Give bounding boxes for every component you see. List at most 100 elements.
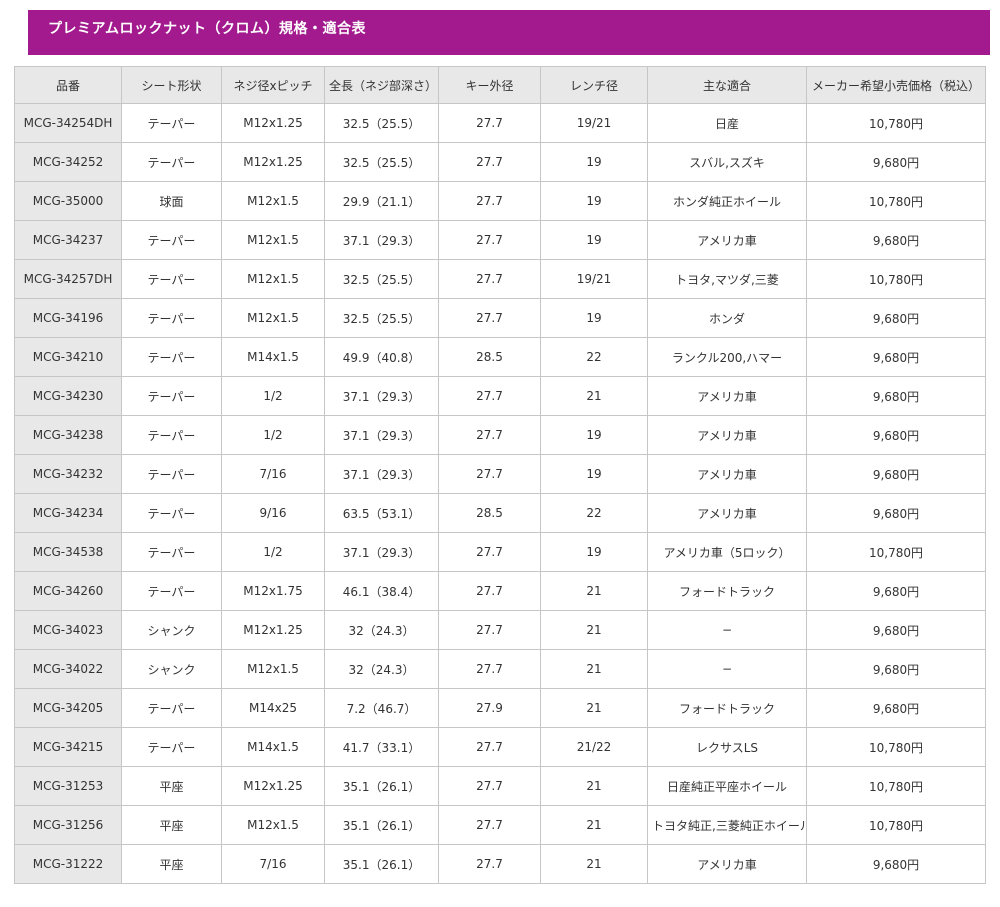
cell-main-fitment: スバル,スズキ — [647, 142, 807, 182]
cell-msrp: 9,680円 — [806, 688, 986, 728]
cell-part-number: MCG-34257DH — [14, 259, 122, 299]
cell-main-fitment: ホンダ純正ホイール — [647, 181, 807, 221]
cell-wrench-diameter: 19 — [540, 415, 648, 455]
cell-part-number: MCG-31256 — [14, 805, 122, 845]
cell-total-length: 63.5（53.1） — [324, 493, 439, 533]
cell-seat-shape: 平座 — [121, 805, 222, 845]
cell-wrench-diameter: 21 — [540, 688, 648, 728]
cell-total-length: 37.1（29.3） — [324, 376, 439, 416]
cell-wrench-diameter: 19 — [540, 142, 648, 182]
cell-thread-pitch: M14x1.5 — [221, 337, 325, 377]
table-row: MCG-34257DH テーパー M12x1.5 32.5（25.5） 27.7 19/2… — [14, 259, 986, 299]
cell-part-number: MCG-35000 — [14, 181, 122, 221]
cell-wrench-diameter: 21 — [540, 376, 648, 416]
cell-main-fitment: アメリカ車 — [647, 376, 807, 416]
cell-total-length: 32.5（25.5） — [324, 259, 439, 299]
cell-seat-shape: テーパー — [121, 103, 222, 143]
cell-key-outer-diameter: 27.7 — [438, 454, 541, 494]
cell-seat-shape: 平座 — [121, 844, 222, 884]
cell-wrench-diameter: 19 — [540, 220, 648, 260]
column-header-seat-shape: シート形状 — [121, 66, 222, 104]
page-title-bar: プレミアムロックナット（クロム）規格・適合表 — [28, 10, 990, 55]
cell-total-length: 37.1（29.3） — [324, 532, 439, 572]
cell-wrench-diameter: 21 — [540, 610, 648, 650]
cell-seat-shape: テーパー — [121, 571, 222, 611]
cell-seat-shape: テーパー — [121, 688, 222, 728]
cell-part-number: MCG-34238 — [14, 415, 122, 455]
cell-main-fitment: フォードトラック — [647, 571, 807, 611]
cell-total-length: 49.9（40.8） — [324, 337, 439, 377]
cell-part-number: MCG-34215 — [14, 727, 122, 767]
cell-seat-shape: テーパー — [121, 337, 222, 377]
cell-msrp: 9,680円 — [806, 298, 986, 338]
cell-msrp: 9,680円 — [806, 142, 986, 182]
cell-main-fitment: − — [647, 649, 807, 689]
cell-key-outer-diameter: 27.7 — [438, 844, 541, 884]
cell-msrp: 9,680円 — [806, 415, 986, 455]
cell-key-outer-diameter: 27.7 — [438, 727, 541, 767]
cell-thread-pitch: M14x1.5 — [221, 727, 325, 767]
cell-msrp: 9,680円 — [806, 454, 986, 494]
cell-key-outer-diameter: 27.7 — [438, 610, 541, 650]
table-row: MCG-34234 テーパー 9/16 63.5（53.1） 28.5 22 アメリカ車 9,… — [14, 493, 986, 533]
cell-seat-shape: テーパー — [121, 415, 222, 455]
cell-key-outer-diameter: 28.5 — [438, 337, 541, 377]
cell-total-length: 46.1（38.4） — [324, 571, 439, 611]
cell-total-length: 29.9（21.1） — [324, 181, 439, 221]
cell-seat-shape: テーパー — [121, 220, 222, 260]
table-row: MCG-31256 平座 M12x1.5 35.1（26.1） 27.7 21 トヨタ純正,… — [14, 805, 986, 845]
cell-main-fitment: アメリカ車 — [647, 220, 807, 260]
cell-part-number: MCG-34234 — [14, 493, 122, 533]
cell-part-number: MCG-31253 — [14, 766, 122, 806]
cell-thread-pitch: M12x1.25 — [221, 103, 325, 143]
cell-part-number: MCG-34196 — [14, 298, 122, 338]
table-row: MCG-34230 テーパー 1/2 37.1（29.3） 27.7 21 アメリカ車 9,6… — [14, 376, 986, 416]
cell-total-length: 32.5（25.5） — [324, 298, 439, 338]
table-row: MCG-34260 テーパー M12x1.75 46.1（38.4） 27.7 21 フォー… — [14, 571, 986, 611]
cell-wrench-diameter: 19 — [540, 532, 648, 572]
cell-wrench-diameter: 19/21 — [540, 103, 648, 143]
cell-main-fitment: アメリカ車 — [647, 493, 807, 533]
cell-key-outer-diameter: 27.7 — [438, 103, 541, 143]
cell-msrp: 9,680円 — [806, 571, 986, 611]
table-row: MCG-34237 テーパー M12x1.5 37.1（29.3） 27.7 19 アメリカ… — [14, 220, 986, 260]
spec-table: 品番 シート形状 ネジ径xピッチ 全長（ネジ部深さ） キー外径 レンチ径 主な適… — [14, 66, 986, 884]
table-row: MCG-34022 シャンク M12x1.5 32（24.3） 27.7 21−9,680… — [14, 649, 986, 689]
cell-key-outer-diameter: 27.9 — [438, 688, 541, 728]
cell-part-number: MCG-34237 — [14, 220, 122, 260]
cell-msrp: 9,680円 — [806, 220, 986, 260]
cell-msrp: 9,680円 — [806, 376, 986, 416]
cell-total-length: 37.1（29.3） — [324, 220, 439, 260]
cell-thread-pitch: 7/16 — [221, 454, 325, 494]
cell-main-fitment: − — [647, 610, 807, 650]
cell-msrp: 10,780円 — [806, 727, 986, 767]
table-row: MCG-34252 テーパー M12x1.25 32.5（25.5） 27.7 19 スバル… — [14, 142, 986, 182]
cell-part-number: MCG-34538 — [14, 532, 122, 572]
cell-thread-pitch: M12x1.5 — [221, 805, 325, 845]
column-header-msrp: メーカー希望小売価格（税込） — [806, 66, 986, 104]
cell-thread-pitch: 1/2 — [221, 376, 325, 416]
cell-thread-pitch: M12x1.25 — [221, 766, 325, 806]
table-header-row: 品番 シート形状 ネジ径xピッチ 全長（ネジ部深さ） キー外径 レンチ径 主な適… — [14, 66, 986, 104]
cell-wrench-diameter: 19/21 — [540, 259, 648, 299]
cell-key-outer-diameter: 27.7 — [438, 649, 541, 689]
cell-wrench-diameter: 21 — [540, 766, 648, 806]
cell-thread-pitch: 7/16 — [221, 844, 325, 884]
cell-key-outer-diameter: 27.7 — [438, 142, 541, 182]
cell-msrp: 9,680円 — [806, 844, 986, 884]
cell-key-outer-diameter: 27.7 — [438, 415, 541, 455]
column-header-thread-pitch: ネジ径xピッチ — [221, 66, 325, 104]
cell-main-fitment: トヨタ純正,三菱純正ホイール — [647, 805, 807, 845]
page: プレミアムロックナット（クロム）規格・適合表 品番 シート形状 ネジ径xピッチ … — [0, 0, 1000, 907]
cell-thread-pitch: M14x25 — [221, 688, 325, 728]
cell-wrench-diameter: 19 — [540, 454, 648, 494]
cell-wrench-diameter: 22 — [540, 337, 648, 377]
cell-thread-pitch: M12x1.5 — [221, 298, 325, 338]
cell-wrench-diameter: 21 — [540, 844, 648, 884]
cell-key-outer-diameter: 27.7 — [438, 766, 541, 806]
cell-seat-shape: テーパー — [121, 532, 222, 572]
column-header-main-fitment: 主な適合 — [647, 66, 807, 104]
cell-total-length: 32（24.3） — [324, 649, 439, 689]
cell-key-outer-diameter: 27.7 — [438, 376, 541, 416]
cell-thread-pitch: M12x1.5 — [221, 181, 325, 221]
